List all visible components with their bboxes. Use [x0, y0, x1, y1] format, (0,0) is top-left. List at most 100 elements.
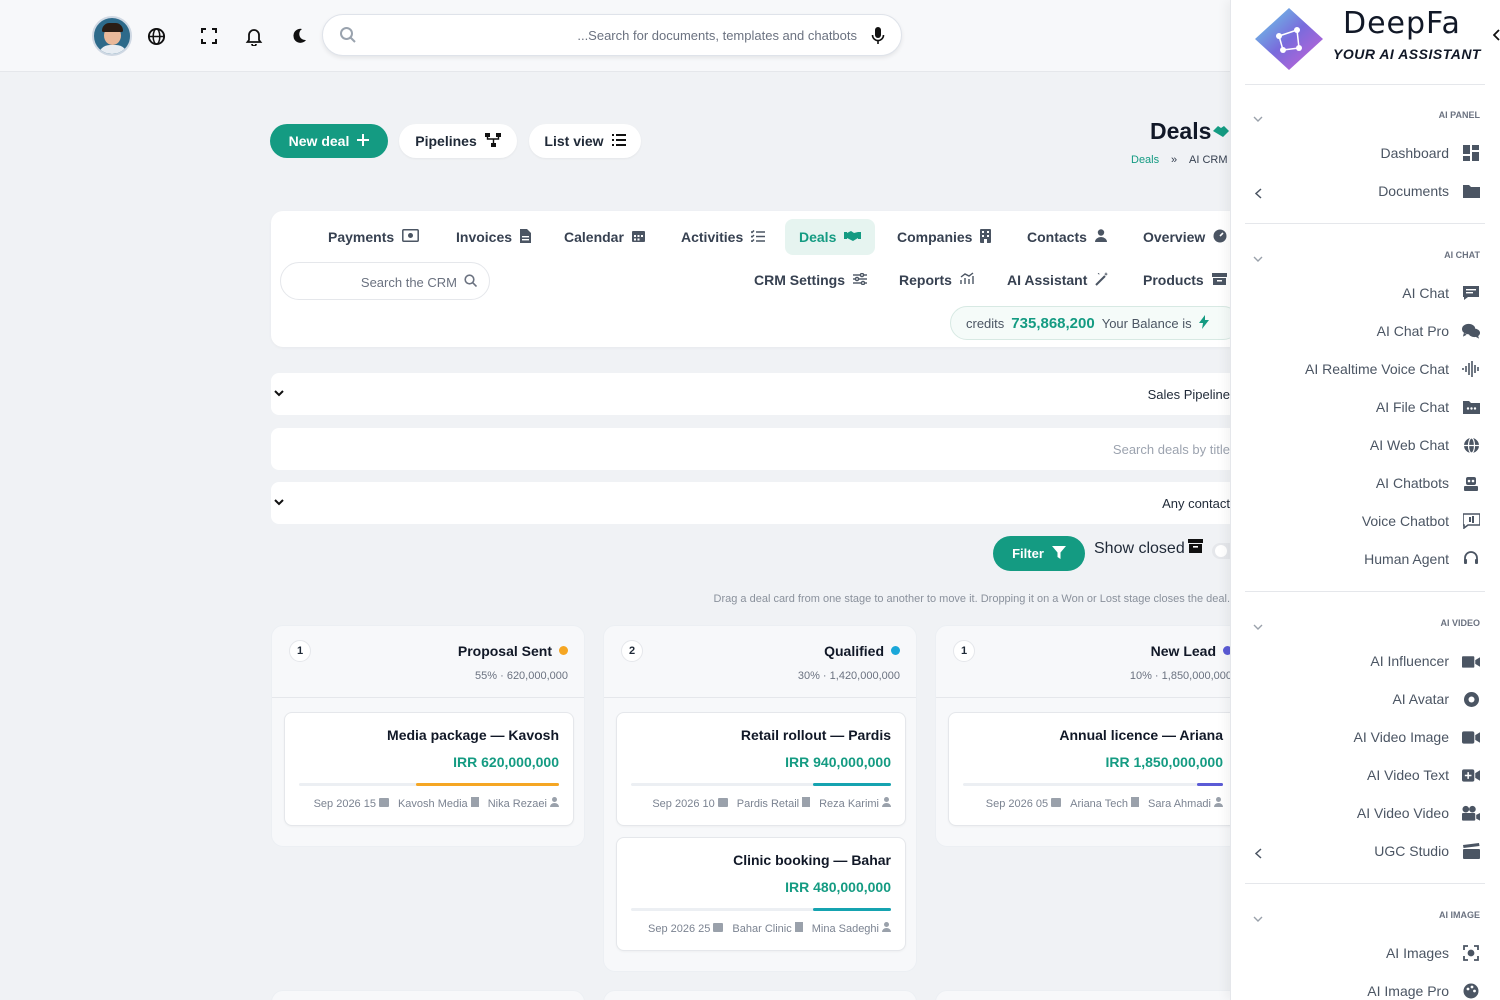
globe-icon[interactable] — [145, 25, 167, 47]
mic-icon[interactable] — [871, 26, 885, 50]
page-title-text: Deals — [1150, 118, 1212, 144]
chevron-left-icon[interactable] — [1254, 846, 1262, 864]
global-search-input[interactable]: ...Search for documents, templates and c… — [322, 14, 902, 56]
panel-item-documents[interactable]: Documents — [1378, 182, 1480, 200]
list-view-button[interactable]: List view — [529, 124, 641, 158]
panel-item-ai-chatbots[interactable]: AI Chatbots — [1376, 474, 1480, 492]
panel-item-ai-images[interactable]: AI Images — [1386, 944, 1480, 962]
sitemap-icon — [484, 132, 501, 150]
new-deal-button[interactable]: New deal — [270, 124, 388, 158]
deal-title-search-input[interactable]: Search deals by title — [271, 428, 1256, 470]
deal-card[interactable]: Annual licence — Ariana IRR 1,850,000,00… — [948, 712, 1238, 826]
moon-icon[interactable] — [288, 25, 310, 47]
panel-item-label: AI Video Image — [1353, 729, 1449, 745]
breadcrumb-deals[interactable]: Deals — [1131, 154, 1159, 166]
contact-select-value: Any contact — [1162, 496, 1230, 511]
deal-progress-bar — [963, 783, 1223, 786]
panel-item-dashboard[interactable]: Dashboard — [1381, 144, 1481, 162]
calendar-icon — [378, 797, 389, 810]
new-deal-label: New deal — [288, 133, 350, 149]
panel-item-voice-chatbot[interactable]: Voice Chatbot — [1362, 512, 1480, 530]
tab-label: Reports — [899, 272, 952, 288]
user-avatar[interactable] — [92, 16, 132, 56]
tab-reports[interactable]: Reports — [885, 262, 988, 298]
chevron-down-icon[interactable] — [1253, 910, 1263, 928]
tab-invoices[interactable]: Invoices — [442, 219, 545, 255]
crm-search-input[interactable]: Search the CRM — [280, 262, 490, 300]
building-icon — [794, 922, 803, 935]
panel-item-label: Voice Chatbot — [1361, 513, 1449, 529]
pipelines-button[interactable]: Pipelines — [399, 124, 517, 158]
panel-item-ai-realtime-voice-chat[interactable]: AI Realtime Voice Chat — [1305, 360, 1480, 378]
tab-deals[interactable]: Deals — [785, 219, 876, 255]
fullscreen-icon[interactable] — [198, 25, 220, 47]
tab-payments[interactable]: Payments — [314, 219, 433, 255]
panel-item-label: AI Video Video — [1356, 805, 1449, 821]
chevron-left-icon[interactable] — [1492, 28, 1500, 46]
deal-card[interactable]: Retail rollout — Pardis IRR 940,000,000 … — [616, 712, 906, 826]
breadcrumb-ai-crm: AI CRM — [1189, 154, 1228, 166]
panel-item-label: Human Agent — [1364, 551, 1449, 567]
panel-item-ai-image-pro[interactable]: AI Image Pro — [1367, 982, 1480, 1000]
tab-label: Products — [1143, 272, 1204, 288]
panel-item-ai-video-text[interactable]: AI Video Text — [1367, 766, 1480, 784]
tab-products[interactable]: Products — [1129, 262, 1241, 298]
list-view-label: List view — [544, 133, 604, 149]
panel-item-human-agent[interactable]: Human Agent — [1364, 550, 1480, 568]
tab-crm-settings[interactable]: CRM Settings — [740, 262, 881, 298]
chevron-down-icon[interactable] — [1253, 250, 1263, 268]
filter-button[interactable]: Filter — [993, 536, 1085, 571]
panel-item-ai-video-image[interactable]: AI Video Image — [1354, 728, 1480, 746]
tab-calendar[interactable]: Calendar — [550, 219, 659, 255]
tab-label: CRM Settings — [754, 272, 845, 288]
panel-item-ai-video-video[interactable]: AI Video Video — [1357, 804, 1480, 822]
tab-ai-assistant[interactable]: AI Assistant — [993, 262, 1123, 298]
tab-contacts[interactable]: Contacts — [1013, 219, 1121, 255]
deal-progress-bar — [299, 783, 559, 786]
deal-date: Sep 2026 10 — [652, 797, 715, 810]
tab-companies[interactable]: Companies — [883, 219, 1005, 255]
tab-activities[interactable]: Activities — [667, 219, 779, 255]
page-title: Deals — [1150, 118, 1231, 145]
deal-contact: Reza Karimi — [819, 797, 879, 810]
panel-item-ai-chat-pro[interactable]: AI Chat Pro — [1377, 322, 1480, 340]
panel-item-ai-web-chat[interactable]: AI Web Chat — [1370, 436, 1480, 454]
panel-item-ugc-studio[interactable]: UGC Studio — [1374, 842, 1480, 860]
handshake-icon — [844, 229, 862, 245]
video-user-icon — [1462, 652, 1480, 670]
comments-icon — [1462, 322, 1480, 340]
ai-side-panel: DeepFa YOUR AI ASSISTANT AI PANEL Dashbo… — [1230, 0, 1500, 1000]
pipeline-select[interactable]: Sales Pipeline — [271, 373, 1256, 415]
chevron-down-icon[interactable] — [1253, 110, 1263, 128]
image-scan-icon — [1462, 944, 1480, 962]
stage-column-next — [935, 990, 1249, 1000]
panel-item-ai-avatar[interactable]: AI Avatar — [1392, 690, 1480, 708]
headset-icon — [1462, 550, 1480, 568]
panel-item-ai-chat[interactable]: AI Chat — [1402, 284, 1480, 302]
chevron-down-icon — [273, 386, 285, 404]
gauge-icon — [1213, 229, 1227, 246]
stage-header: 2 Qualified 30% · 1,420,000,000 — [604, 626, 916, 698]
contact-select[interactable]: Any contact — [271, 482, 1256, 524]
chevron-left-icon[interactable] — [1254, 186, 1262, 204]
tab-label: Payments — [328, 229, 395, 245]
bell-icon[interactable] — [243, 25, 265, 47]
tab-overview[interactable]: Overview — [1129, 219, 1241, 255]
credits-label: credits — [966, 315, 1005, 331]
user-icon — [1214, 797, 1223, 810]
panel-item-label: AI Realtime Voice Chat — [1305, 361, 1449, 377]
panel-item-ai-file-chat[interactable]: AI File Chat — [1376, 398, 1480, 416]
deal-progress-fill — [813, 783, 891, 786]
panel-item-label: AI File Chat — [1375, 399, 1449, 415]
waveform-icon — [1462, 360, 1480, 378]
deal-card[interactable]: Clinic booking — Bahar IRR 480,000,000 S… — [616, 837, 906, 951]
stage-header: 1 New Lead 10% · 1,850,000,000 — [936, 626, 1248, 698]
building-icon — [980, 228, 992, 246]
chevron-down-icon[interactable] — [1253, 618, 1263, 636]
panel-item-label: AI Chat Pro — [1376, 323, 1449, 339]
stage-header: 1 Proposal Sent 55% · 620,000,000 — [272, 626, 584, 698]
panel-item-ai-influencer[interactable]: AI Influencer — [1370, 652, 1480, 670]
stage-name: Proposal Sent — [457, 643, 552, 659]
stage-meta: 30% · 1,420,000,000 — [797, 670, 900, 682]
deal-card[interactable]: Media package — Kavosh IRR 620,000,000 S… — [284, 712, 574, 826]
